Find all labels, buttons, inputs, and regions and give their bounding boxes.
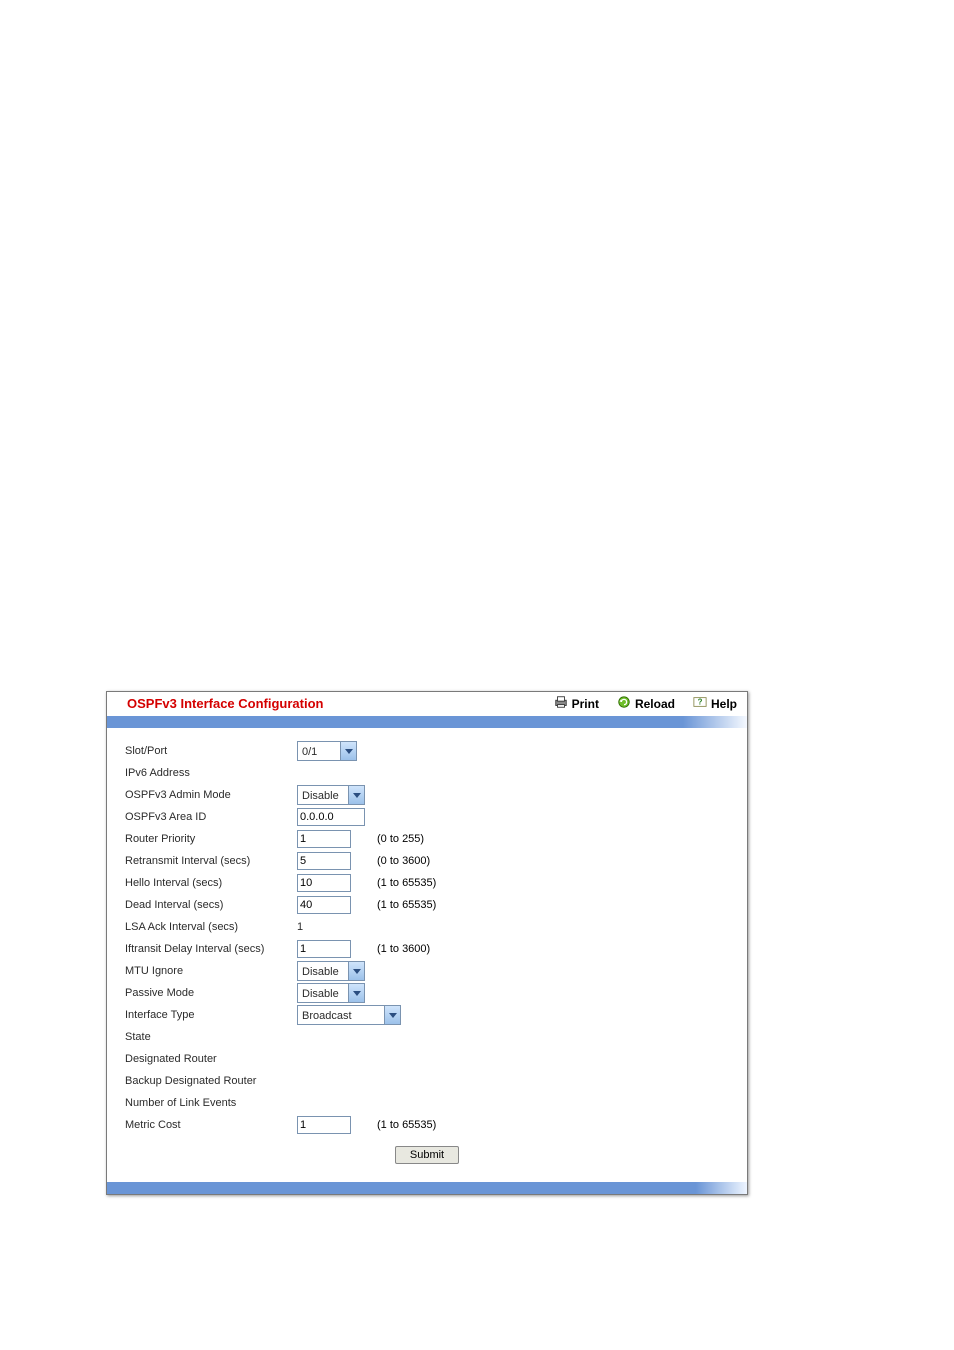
reload-button[interactable]: Reload [617, 695, 675, 712]
chevron-down-icon [348, 786, 364, 804]
separator-bottom [107, 1182, 747, 1194]
router-priority-range: (0 to 255) [377, 833, 424, 845]
label-hello: Hello Interval (secs) [125, 877, 297, 889]
row-lsa-ack: LSA Ack Interval (secs) 1 [125, 916, 729, 938]
row-mtu-ignore: MTU Ignore Disable [125, 960, 729, 982]
mtu-ignore-select[interactable]: Disable [297, 961, 365, 981]
label-admin-mode: OSPFv3 Admin Mode [125, 789, 297, 801]
label-link-events: Number of Link Events [125, 1097, 297, 1109]
dead-range: (1 to 65535) [377, 899, 436, 911]
interface-type-value: Broadcast [298, 1006, 384, 1024]
row-state: State [125, 1026, 729, 1048]
hello-range: (1 to 65535) [377, 877, 436, 889]
label-slot-port: Slot/Port [125, 745, 297, 757]
row-interface-type: Interface Type Broadcast [125, 1004, 729, 1026]
row-dead: Dead Interval (secs) (1 to 65535) [125, 894, 729, 916]
row-iftransit: Iftransit Delay Interval (secs) (1 to 36… [125, 938, 729, 960]
submit-button[interactable]: Submit [395, 1146, 459, 1164]
retransmit-range: (0 to 3600) [377, 855, 430, 867]
row-link-events: Number of Link Events [125, 1092, 729, 1114]
interface-type-select[interactable]: Broadcast [297, 1005, 401, 1025]
retransmit-input[interactable] [297, 852, 351, 870]
iftransit-input[interactable] [297, 940, 351, 958]
row-hello: Hello Interval (secs) (1 to 65535) [125, 872, 729, 894]
separator-top [107, 716, 747, 728]
dead-input[interactable] [297, 896, 351, 914]
label-area-id: OSPFv3 Area ID [125, 811, 297, 823]
admin-mode-value: Disable [298, 786, 348, 804]
chevron-down-icon [348, 962, 364, 980]
slot-port-value: 0/1 [298, 742, 340, 760]
submit-row: Submit [125, 1136, 729, 1176]
row-passive-mode: Passive Mode Disable [125, 982, 729, 1004]
form-area: Slot/Port 0/1 IPv6 Address OSPFv3 Admin … [107, 728, 747, 1182]
router-priority-input[interactable] [297, 830, 351, 848]
label-designated-router: Designated Router [125, 1053, 297, 1065]
print-button[interactable]: Print [554, 695, 599, 712]
row-designated-router: Designated Router [125, 1048, 729, 1070]
help-button[interactable]: ? Help [693, 695, 737, 712]
mtu-ignore-value: Disable [298, 962, 348, 980]
label-router-priority: Router Priority [125, 833, 297, 845]
row-router-priority: Router Priority (0 to 255) [125, 828, 729, 850]
area-id-input[interactable] [297, 808, 365, 826]
row-area-id: OSPFv3 Area ID [125, 806, 729, 828]
label-interface-type: Interface Type [125, 1009, 297, 1021]
chevron-down-icon [384, 1006, 400, 1024]
iftransit-range: (1 to 3600) [377, 943, 430, 955]
row-slot-port: Slot/Port 0/1 [125, 740, 729, 762]
row-metric-cost: Metric Cost (1 to 65535) [125, 1114, 729, 1136]
metric-cost-input[interactable] [297, 1116, 351, 1134]
label-mtu-ignore: MTU Ignore [125, 965, 297, 977]
label-lsa-ack: LSA Ack Interval (secs) [125, 921, 297, 933]
row-backup-designated-router: Backup Designated Router [125, 1070, 729, 1092]
label-state: State [125, 1031, 297, 1043]
label-iftransit: Iftransit Delay Interval (secs) [125, 943, 297, 955]
passive-mode-select[interactable]: Disable [297, 983, 365, 1003]
page-title: OSPFv3 Interface Configuration [127, 696, 536, 711]
slot-port-select[interactable]: 0/1 [297, 741, 357, 761]
chevron-down-icon [348, 984, 364, 1002]
label-retransmit: Retransmit Interval (secs) [125, 855, 297, 867]
title-bar: OSPFv3 Interface Configuration Print Rel… [107, 692, 747, 716]
printer-icon [554, 695, 568, 712]
label-backup-designated: Backup Designated Router [125, 1075, 297, 1087]
reload-icon [617, 695, 631, 712]
config-panel: OSPFv3 Interface Configuration Print Rel… [106, 691, 748, 1195]
label-passive-mode: Passive Mode [125, 987, 297, 999]
passive-mode-value: Disable [298, 984, 348, 1002]
chevron-down-icon [340, 742, 356, 760]
row-admin-mode: OSPFv3 Admin Mode Disable [125, 784, 729, 806]
label-ipv6-address: IPv6 Address [125, 767, 297, 779]
svg-text:?: ? [698, 698, 703, 707]
row-retransmit: Retransmit Interval (secs) (0 to 3600) [125, 850, 729, 872]
reload-label: Reload [635, 697, 675, 711]
help-icon: ? [693, 695, 707, 712]
label-metric-cost: Metric Cost [125, 1119, 297, 1131]
metric-cost-range: (1 to 65535) [377, 1119, 436, 1131]
admin-mode-select[interactable]: Disable [297, 785, 365, 805]
lsa-ack-value: 1 [297, 921, 303, 933]
label-dead: Dead Interval (secs) [125, 899, 297, 911]
help-label: Help [711, 697, 737, 711]
hello-input[interactable] [297, 874, 351, 892]
row-ipv6-address: IPv6 Address [125, 762, 729, 784]
print-label: Print [572, 697, 599, 711]
